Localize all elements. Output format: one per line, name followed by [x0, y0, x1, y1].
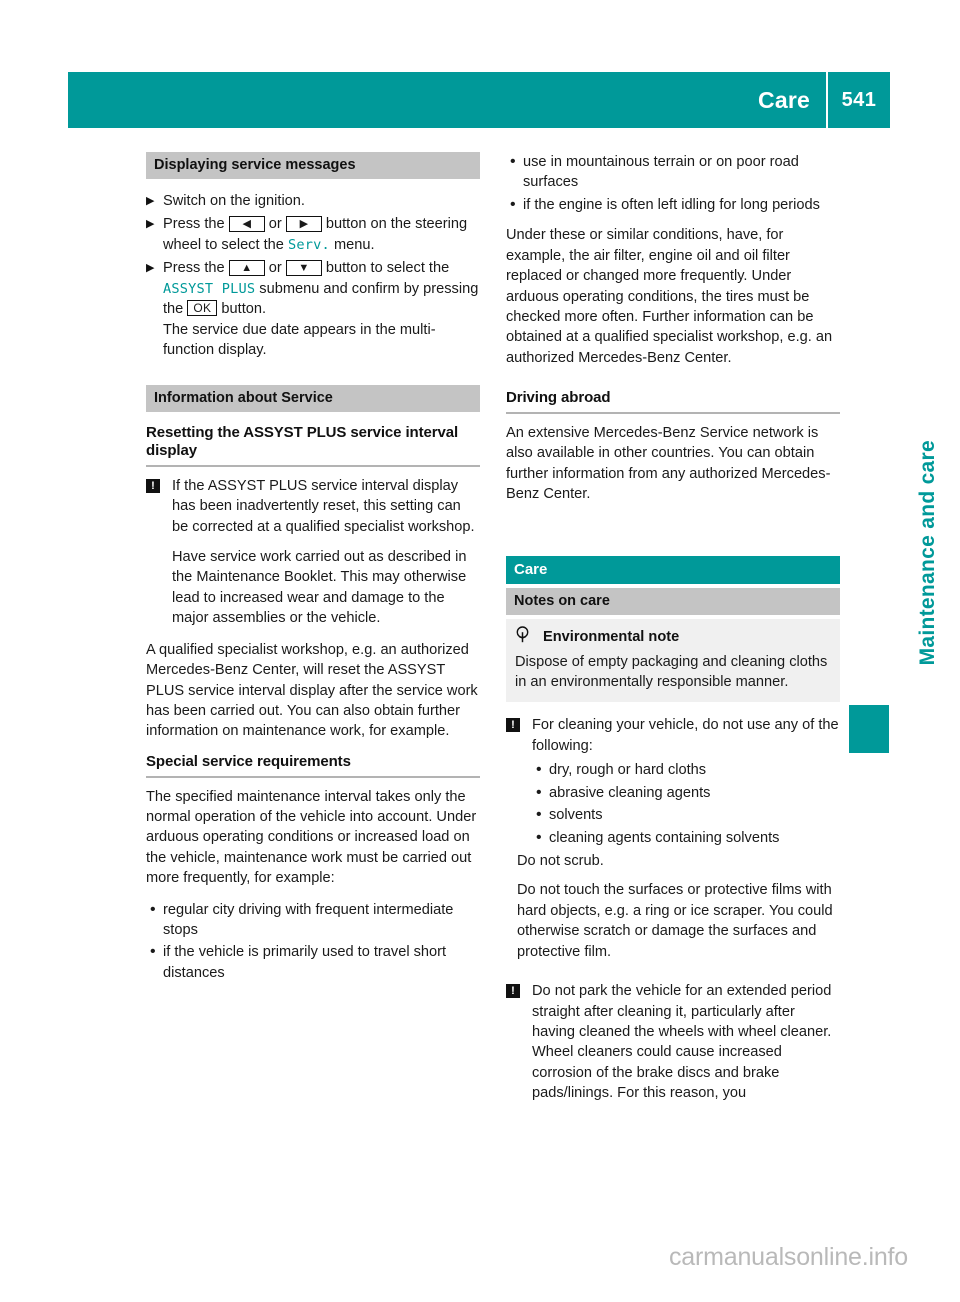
side-tab-label: Maintenance and care	[916, 440, 939, 666]
step-text: Switch on the ignition.	[163, 193, 305, 209]
side-thumb-index-marker	[849, 705, 889, 753]
warning-note-paragraph: Have service work carried out as describ…	[172, 549, 467, 627]
paragraph-qualified-workshop: A qualified specialist workshop, e.g. an…	[146, 641, 478, 740]
heading-rule	[506, 411, 840, 414]
section-band-notes-on-care: Notes on care	[506, 587, 840, 615]
step-item: ▶ Switch on the ignition.	[146, 191, 480, 211]
warning-note: ! If the ASSYST PLUS service interval di…	[146, 476, 480, 629]
menu-name-serv: Serv.	[287, 236, 330, 253]
warning-note-paragraph: If the ASSYST PLUS service interval dis­…	[172, 477, 475, 535]
environmental-note-heading: Environmental note	[543, 628, 680, 645]
bullet-icon: •	[536, 806, 542, 824]
heading-rule	[146, 775, 480, 778]
list-item: • if the engine is often left idling for…	[506, 195, 840, 215]
page-header-bar: Care 541	[68, 72, 890, 128]
step-item: ▶ Press the ◀ or ▶ button on the steer­i…	[146, 214, 480, 255]
section-band-displaying-service-messages: Displaying service messages	[146, 152, 480, 179]
bullet-icon: •	[510, 153, 516, 170]
step-text-pre: Press the	[163, 216, 225, 233]
paragraph-do-not-scrub: Do not scrub.	[517, 852, 604, 869]
step-text-tail: menu.	[333, 236, 375, 253]
warning-icon: !	[506, 718, 520, 733]
list-item: • if the vehicle is primarily used to tr…	[146, 942, 480, 983]
chapter-band-care: Care	[506, 555, 840, 584]
subheading-driving-abroad: Driving abroad	[506, 389, 611, 407]
right-column: • use in mountainous terrain or on poor …	[506, 152, 840, 1115]
heading-rule	[146, 464, 480, 467]
warning-icon: !	[146, 478, 160, 493]
list-item-label: regular city driving with frequent inter…	[163, 901, 454, 939]
bullet-icon: •	[536, 828, 542, 846]
arrow-right-icon: ▶	[299, 218, 309, 231]
list-item-label: use in mountainous terrain or on poor ro…	[523, 154, 799, 191]
subheading-special-service-requirements: Special service requirements	[146, 752, 351, 770]
arrow-down-key[interactable]: ▼	[285, 260, 322, 277]
bullet-icon: •	[150, 900, 156, 918]
step-marker-icon: ▶	[146, 195, 155, 207]
list-item-label: cleaning agents containing solvents	[549, 829, 780, 846]
warning-note-paragraph: Do not park the vehicle for an extended …	[532, 983, 832, 1102]
menu-name-assyst-plus: ASSYST PLUS	[163, 280, 256, 297]
step-text-post: button to select the	[325, 260, 450, 277]
warning-icon: !	[506, 984, 520, 999]
ok-key[interactable]: OK	[187, 300, 218, 317]
warning-note: ! Do not park the vehicle for an extende…	[506, 981, 840, 1104]
step-result-text: The service due date appears in the mult…	[163, 321, 436, 358]
page-title: Care	[758, 86, 810, 113]
list-item: • solvents	[532, 805, 840, 825]
subheading-resetting-assyst: Resetting the ASSYST PLUS service interv…	[146, 424, 459, 460]
left-column: Displaying service messages ▶ Switch on …	[146, 152, 480, 985]
step-text-pre: Press the	[163, 260, 225, 277]
step-text-mid: or	[268, 260, 282, 277]
list-item: • dry, rough or hard cloths	[532, 760, 840, 780]
step-item: ▶ Press the ▲ or ▼ button to select the …	[146, 258, 480, 360]
step-marker-icon: ▶	[146, 262, 155, 275]
list-item-label: dry, rough or hard cloths	[549, 762, 707, 779]
environmental-note-header: Environmental note	[515, 625, 831, 648]
arrow-left-key[interactable]: ◀	[228, 216, 265, 233]
list-item: • abrasive cleaning agents	[532, 783, 840, 803]
step-marker-icon: ▶	[146, 218, 155, 231]
arrow-right-key[interactable]: ▶	[285, 216, 322, 233]
environment-tree-icon	[515, 625, 530, 648]
list-item: • cleaning agents containing solvents	[532, 828, 840, 848]
bullet-icon: •	[536, 761, 542, 779]
arrow-left-icon: ◀	[242, 218, 251, 231]
page-number: 541	[841, 88, 877, 111]
paragraph-arduous-conditions: Under these or similar conditions, have,…	[506, 227, 833, 366]
bullet-icon: •	[536, 783, 542, 801]
environmental-note-panel: Environmental note Dispose of empty pack…	[506, 618, 840, 703]
list-item-label: solvents	[549, 807, 603, 824]
paragraph-maintenance-interval: The specified maintenance interval takes…	[146, 788, 477, 887]
section-band-information-about-service: Information about Service	[146, 385, 480, 413]
arrow-up-key[interactable]: ▲	[228, 260, 265, 277]
step-text-tail2: button.	[221, 301, 267, 318]
environmental-note-body: Dispose of empty packaging and cleaning …	[515, 653, 828, 691]
list-item-label: abrasive cleaning agents	[549, 784, 711, 801]
list-item-label: if the vehicle is primarily used to trav…	[163, 944, 447, 981]
arrow-down-icon: ▼	[298, 262, 310, 275]
list-item: • use in mountainous terrain or on poor …	[506, 152, 840, 193]
warning-lead-text: For cleaning your vehicle, do not use an…	[532, 717, 839, 754]
watermark: carmanualsonline.info	[669, 1243, 909, 1271]
paragraph-do-not-touch: Do not touch the surfaces or protective …	[517, 882, 833, 960]
paragraph-service-network: An extensive Mercedes-Benz Service netwo…	[506, 424, 831, 503]
list-item-label: if the engine is often left idling for l…	[523, 196, 820, 213]
step-text-mid: or	[268, 216, 282, 233]
arrow-up-icon: ▲	[241, 262, 253, 275]
bullet-icon: •	[150, 943, 156, 961]
list-item: • regular city driving with frequent int…	[146, 900, 480, 941]
bullet-icon: •	[510, 195, 516, 213]
warning-note: ! For cleaning your vehicle, do not use …	[506, 715, 840, 756]
